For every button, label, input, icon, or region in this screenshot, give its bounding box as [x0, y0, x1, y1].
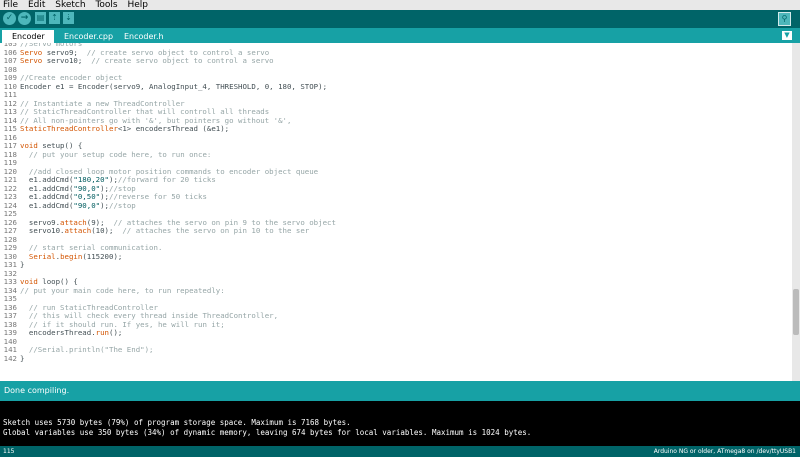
code-line[interactable]: 124 e1.addCmd("90,0");//stop	[0, 200, 136, 211]
save-icon: ⇣	[65, 13, 72, 22]
code-line[interactable]: 115 StaticThreadController<1> encodersThr…	[0, 124, 230, 134]
menu-tools[interactable]: Tools	[95, 0, 117, 10]
tab-bar: Encoder Encoder.cpp Encoder.h ▼	[0, 28, 800, 43]
code-text: // put your setup code here, to run once…	[28, 149, 212, 159]
menu-edit[interactable]: Edit	[28, 0, 45, 10]
console-line: Sketch uses 5730 bytes (79%) of program …	[3, 418, 351, 427]
open-icon: ⇡	[51, 13, 58, 22]
code-text: Servo servo10; // create servo object to…	[20, 56, 274, 65]
code-text: e1.addCmd("90,0");//stop	[20, 200, 136, 210]
code-text: // put your main code here, to run repea…	[20, 285, 225, 295]
console-output: Sketch uses 5730 bytes (79%) of program …	[0, 401, 800, 446]
menu-file[interactable]: File	[3, 0, 18, 10]
line-number: 142	[3, 353, 17, 363]
editor-scrollbar[interactable]	[792, 43, 800, 381]
code-text: //Serial.println("The End");	[28, 345, 154, 354]
open-button[interactable]: ⇡	[49, 12, 60, 24]
code-text: }	[20, 353, 25, 363]
tab-encoder-cpp[interactable]: Encoder.cpp	[54, 30, 124, 43]
tab-encoder-h[interactable]: Encoder.h	[114, 30, 174, 43]
menu-bar: File Edit Sketch Tools Help	[0, 0, 800, 10]
menu-sketch[interactable]: Sketch	[55, 0, 85, 10]
upload-button[interactable]: →	[18, 12, 31, 25]
board-info: Arduino NG or older, ATmega8 on /dev/tty…	[653, 448, 796, 455]
code-line[interactable]: 134// put your main code here, to run re…	[0, 285, 225, 296]
serial-monitor-icon: ⚲	[781, 14, 788, 23]
code-text: }	[20, 260, 25, 269]
code-line[interactable]: 130 Serial.begin(115200);	[0, 251, 123, 262]
console-line: Global variables use 350 bytes (34%) of …	[3, 428, 532, 437]
scrollbar-thumb[interactable]	[793, 289, 799, 335]
code-line[interactable]: 142}	[0, 353, 25, 364]
menu-help[interactable]: Help	[128, 0, 149, 10]
code-line[interactable]: 139 encodersThread.run();	[0, 328, 123, 338]
code-text: StaticThreadController<1> encodersThread…	[20, 124, 230, 133]
new-button[interactable]: ▤	[35, 12, 46, 24]
line-number: 115	[3, 448, 15, 455]
footer-bar: 115 Arduino NG or older, ATmega8 on /dev…	[0, 446, 800, 457]
code-editor[interactable]: 105//Servo motors 106 Servo servo9; // cre…	[0, 43, 792, 381]
code-text: Serial.begin(115200);	[28, 251, 123, 261]
status-bar: Done compiling.	[0, 381, 800, 401]
code-text: Encoder e1 = Encoder(servo9, AnalogInput…	[20, 81, 328, 91]
check-icon: ✓	[5, 13, 14, 23]
save-button[interactable]: ⇣	[63, 12, 74, 24]
toolbar: ✓ → ▤ ⇡ ⇣ ⚲	[0, 10, 800, 28]
code-line[interactable]: 107 Servo servo10; // create servo object…	[0, 56, 274, 66]
code-line[interactable]: 127 servo10.attach(10); // attaches the …	[0, 226, 310, 236]
tab-encoder[interactable]: Encoder	[2, 30, 55, 43]
new-file-icon: ▤	[36, 13, 45, 22]
serial-monitor-button[interactable]: ⚲	[778, 12, 791, 26]
code-line[interactable]: 118 // put your setup code here, to run …	[0, 149, 212, 160]
code-line[interactable]: 110 Encoder e1 = Encoder(servo9, AnalogIn…	[0, 81, 328, 92]
verify-button[interactable]: ✓	[3, 12, 16, 25]
tab-menu-button[interactable]: ▼	[782, 31, 792, 40]
arrow-right-icon: →	[20, 13, 29, 23]
code-text: encodersThread.run();	[20, 328, 123, 337]
chevron-down-icon: ▼	[784, 31, 790, 39]
code-text: servo10.attach(10); // attaches the serv…	[20, 226, 310, 235]
